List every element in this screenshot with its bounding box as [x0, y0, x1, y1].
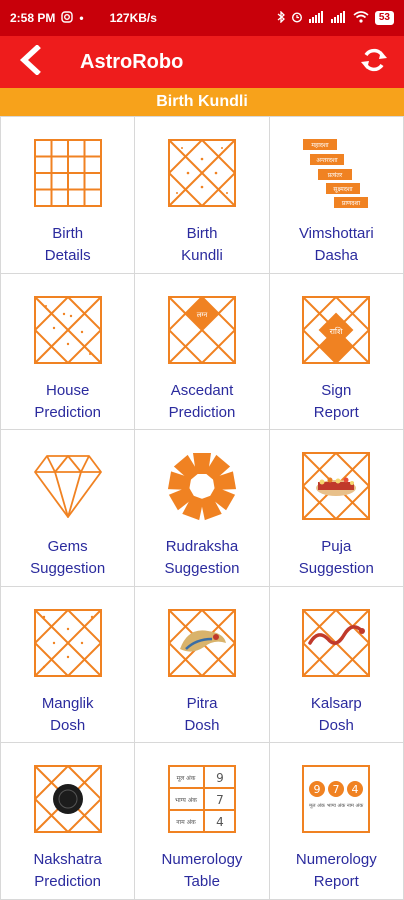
status-time: 2:58 PM [10, 11, 56, 25]
num-table-label-2: भाग्य अंक [175, 797, 197, 804]
tile-label: Birth Details [44, 225, 91, 264]
num-report-label-1: मूल अंक [309, 802, 325, 809]
battery-icon: 53 [374, 11, 394, 25]
kundli-chart-icon [167, 137, 237, 209]
num-report-value-1: 9 [314, 783, 321, 796]
tile-manglik-dosh[interactable]: Manglik Dosh [1, 586, 135, 742]
tile-pitra-dosh[interactable]: Pitra Dosh [135, 586, 269, 742]
tile-numerology-report[interactable]: 9 7 4 मूल अंक भाग्य अंक नाम अंक Numerolo… [269, 743, 403, 899]
tile-label: Nakshatra Prediction [33, 851, 102, 890]
tile-label: Rudraksha Suggestion [164, 538, 240, 577]
manglik-chart-icon [33, 607, 103, 679]
back-button[interactable] [0, 36, 60, 88]
tile-birth-kundli[interactable]: Birth Kundli [135, 117, 269, 273]
numerology-table-icon: मूल अंक 9 भाग्य अंक 7 नाम अंक 4 [167, 763, 237, 835]
dasha-step-3: प्रत्यंतर [328, 172, 343, 179]
tile-vimshottari-dasha[interactable]: महादशा अन्तरदशा प्रत्यंतर सूक्ष्मदशा प्र… [269, 117, 403, 273]
numerology-report-icon: 9 7 4 मूल अंक भाग्य अंक नाम अंक [301, 763, 371, 835]
ascendant-chart-icon: लग्न [167, 294, 237, 366]
sign-chart-icon: राशि [301, 294, 371, 366]
dasha-steps-icon: महादशा अन्तरदशा प्रत्यंतर सूक्ष्मदशा प्र… [301, 137, 371, 209]
tile-gems-suggestion[interactable]: Gems Suggestion [1, 430, 135, 586]
num-table-label-1: मूल अंक [177, 775, 196, 782]
refresh-icon [359, 45, 389, 80]
nakshatra-chart-icon [33, 763, 103, 835]
section-header: Birth Kundli [0, 88, 404, 116]
menu-grid: Birth Details Birth Kundli महादशा अन्तरद… [0, 116, 404, 900]
sign-center-text: राशि [330, 326, 343, 336]
num-table-value-1: 9 [216, 771, 224, 785]
ascendant-center-text: लग्न [197, 311, 208, 319]
tile-label: Vimshottari Dasha [298, 225, 374, 264]
tile-kalsarp-dosh[interactable]: Kalsarp Dosh [269, 586, 403, 742]
dasha-step-5: प्राणदशा [342, 200, 361, 207]
tile-label: Ascedant Prediction [168, 381, 236, 421]
tile-label: Kalsarp Dosh [310, 694, 362, 734]
back-arrow-icon [17, 43, 43, 80]
num-report-value-2: 7 [333, 783, 340, 796]
dot-icon: • [79, 11, 84, 25]
dasha-step-1: महादशा [312, 142, 330, 149]
tile-label: Pitra Dosh [184, 694, 220, 734]
tile-label: Manglik Dosh [41, 694, 94, 734]
grid-chart-icon [33, 137, 103, 209]
refresh-button[interactable] [344, 36, 404, 88]
tile-label: Numerology Table [161, 851, 243, 890]
tile-nakshatra-prediction[interactable]: Nakshatra Prediction [1, 743, 135, 899]
tile-house-prediction[interactable]: House Prediction [1, 273, 135, 429]
tile-numerology-table[interactable]: मूल अंक 9 भाग्य अंक 7 नाम अंक 4 Numerolo… [135, 743, 269, 899]
tile-label: Puja Suggestion [298, 538, 374, 577]
signal-icon [308, 10, 325, 26]
alarm-icon [291, 11, 303, 26]
instagram-icon [61, 10, 74, 26]
num-report-label-2: भाग्य अंक [327, 802, 346, 809]
dasha-step-2: अन्तरदशा [317, 157, 339, 164]
tile-label: Birth Kundli [181, 225, 223, 264]
tile-rudraksha-suggestion[interactable]: Rudraksha Suggestion [135, 430, 269, 586]
status-bar: 2:58 PM • 127KB/s 53 [0, 0, 404, 36]
num-table-value-2: 7 [216, 793, 224, 807]
tile-sign-report[interactable]: राशि Sign Report [269, 273, 403, 429]
pitra-chart-icon [167, 607, 237, 679]
house-chart-icon [33, 294, 103, 366]
kalsarp-chart-icon [301, 607, 371, 679]
num-report-value-3: 4 [352, 783, 359, 796]
num-table-label-3: नाम अंक [176, 819, 196, 826]
gem-icon [33, 450, 103, 522]
tile-label: House Prediction [34, 381, 102, 421]
rudraksha-icon [167, 450, 237, 522]
wifi-icon [353, 10, 369, 26]
dasha-step-4: सूक्ष्मदशा [334, 186, 354, 193]
tile-puja-suggestion[interactable]: Puja Suggestion [269, 430, 403, 586]
signal-icon-2 [330, 10, 347, 26]
puja-chart-icon [301, 450, 371, 522]
tile-ascedant-prediction[interactable]: लग्न Ascedant Prediction [135, 273, 269, 429]
num-table-value-3: 4 [216, 815, 224, 829]
bluetooth-icon [277, 9, 285, 26]
app-bar: AstroRobo [0, 36, 404, 88]
tile-label: Sign Report [313, 381, 359, 421]
tile-birth-details[interactable]: Birth Details [1, 117, 135, 273]
num-report-label-3: नाम अंक [347, 802, 363, 809]
tile-label: Gems Suggestion [30, 538, 106, 577]
network-speed: 127KB/s [109, 11, 157, 25]
app-title: AstroRobo [80, 50, 184, 73]
tile-label: Numerology Report [295, 851, 377, 890]
